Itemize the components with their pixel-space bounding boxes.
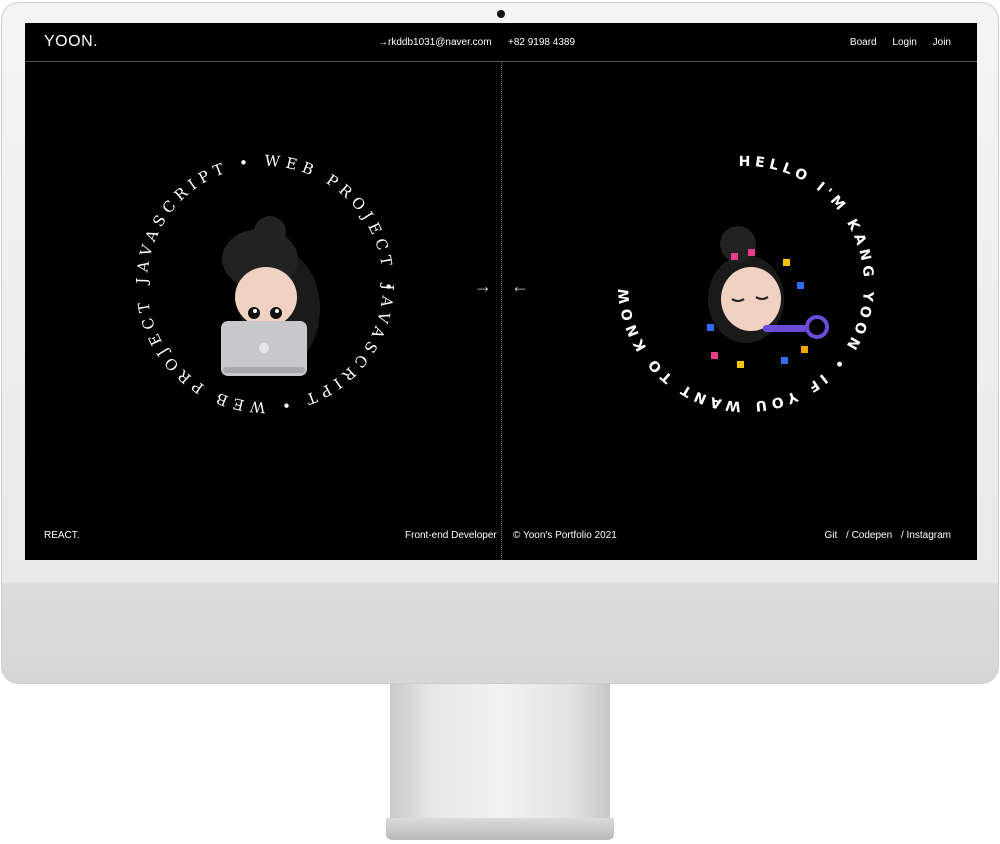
left-circle-badge: JAVASCRIPT • WEB PROJECT • JAVASCRIPT • … [120,139,392,416]
nav-board[interactable]: Board [850,37,877,48]
git-link[interactable]: Git [824,530,837,541]
camera-dot [497,10,505,18]
center-divider [501,61,502,560]
arrow-left-icon[interactable]: ← [511,277,529,295]
site-logo[interactable]: YOON. [44,33,98,51]
nav-join[interactable]: Join [933,37,951,48]
phone-number: +82 9198 4389 [508,37,576,48]
memoji-party-avatar [707,226,829,368]
instagram-link[interactable]: / Instagram [901,530,951,541]
footer-copyright: © Yoon's Portfolio 2021 [513,530,617,541]
apple-logo-icon [259,343,269,353]
codepen-link[interactable]: / Codepen [846,530,892,541]
nav-login[interactable]: Login [892,37,916,48]
screen: YOON. →rkddb1031@naver.com +82 9198 4389… [25,23,977,560]
footer-role: Front-end Developer [405,530,497,541]
imac-stand [390,684,610,822]
footer-react-label: REACT. [44,530,80,541]
top-nav: Board Login Join [837,37,951,48]
arrow-right-icon[interactable]: → [474,277,492,295]
email-link[interactable]: →rkddb1031@naver.com [378,37,492,48]
footer-links: Git / Codepen / Instagram [818,530,951,541]
memoji-laptop-avatar [221,216,320,376]
site-header: YOON. →rkddb1031@naver.com +82 9198 4389… [25,23,977,62]
party-blower-icon [763,325,807,332]
imac-stand-foot [386,818,614,840]
right-circle-badge[interactable]: HELLO I'M KANG YOON • IF YOU WANT TO KNO… [601,139,891,429]
